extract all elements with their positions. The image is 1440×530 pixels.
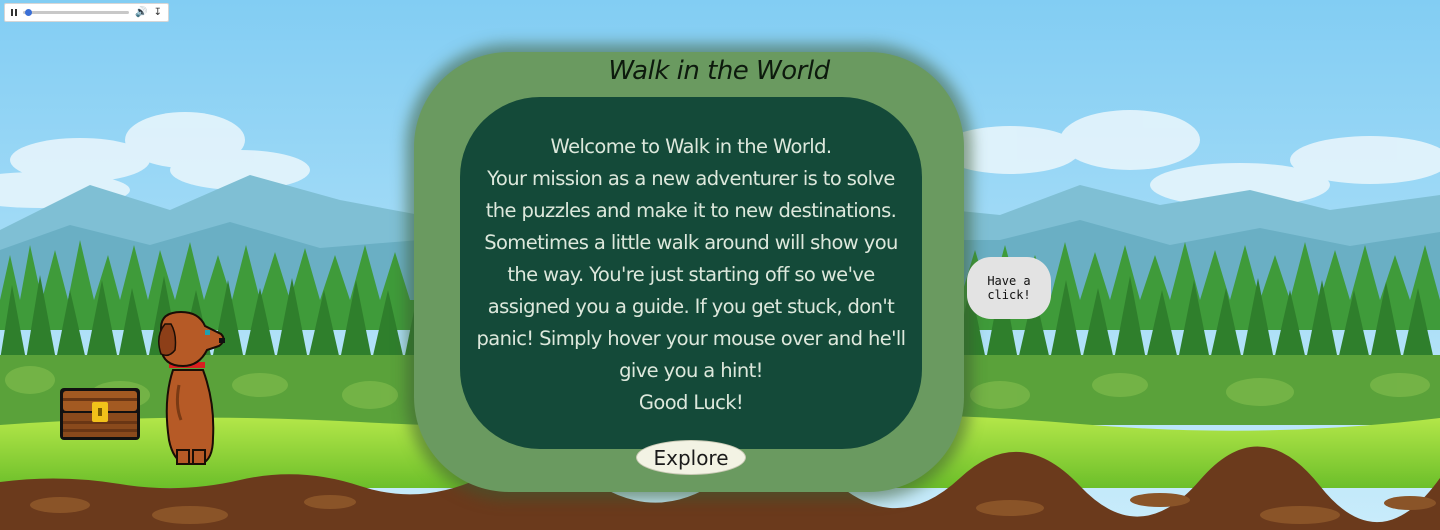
audio-progress-slider[interactable] (23, 9, 130, 16)
dialog-message: Welcome to Walk in the World. Your missi… (476, 135, 906, 414)
dialog-title: Walk in the World (608, 56, 830, 86)
dog-guide (158, 310, 225, 465)
volume-icon[interactable]: 🔊 (135, 7, 147, 18)
pause-icon[interactable] (11, 9, 17, 16)
welcome-dialog: Walk in the World Welcome to Walk in the… (414, 52, 964, 492)
audio-player: 🔊 ↧ (4, 3, 169, 22)
download-icon[interactable]: ↧ (154, 7, 162, 18)
audio-progress-knob[interactable] (25, 9, 33, 16)
explore-button[interactable]: Explore (636, 440, 746, 475)
dialog-message-panel: Welcome to Walk in the World. Your missi… (460, 97, 922, 449)
treasure-chest (60, 388, 140, 440)
hint-speech-bubble[interactable]: Have a click! (967, 257, 1051, 319)
